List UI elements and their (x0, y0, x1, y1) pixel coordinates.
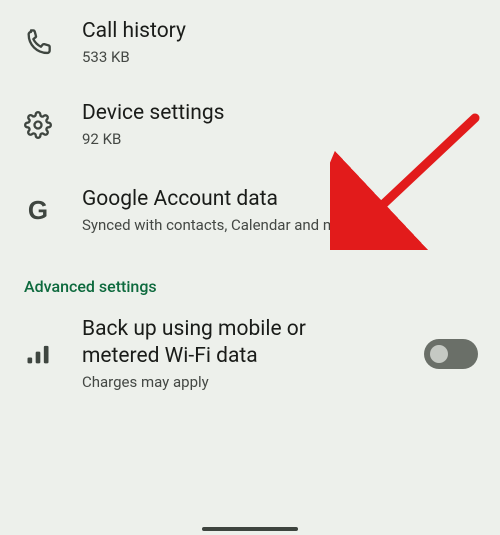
row-subtitle: Charges may apply (82, 373, 388, 393)
row-backup-mobile-data[interactable]: Back up using mobile or metered Wi-Fi da… (0, 298, 500, 410)
row-texts: Google Account data Synced with contacts… (82, 186, 478, 236)
row-google-account-data[interactable]: G Google Account data Synced with contac… (0, 168, 500, 254)
row-title: Call history (82, 18, 478, 44)
g-logo-icon: G (22, 194, 54, 226)
phone-icon (22, 27, 54, 59)
row-title: Google Account data (82, 186, 478, 212)
section-advanced-settings: Advanced settings (0, 253, 500, 298)
row-subtitle: 92 KB (82, 130, 478, 150)
row-title: Back up using mobile or metered Wi-Fi da… (82, 316, 372, 369)
row-texts: Call history 533 KB (82, 18, 478, 68)
row-device-settings[interactable]: Device settings 92 KB (0, 82, 500, 168)
gear-icon (22, 109, 54, 141)
row-title: Device settings (82, 100, 478, 126)
signal-bars-icon (22, 338, 54, 370)
row-texts: Device settings 92 KB (82, 100, 478, 150)
row-subtitle: Synced with contacts, Calendar and more (82, 216, 478, 236)
gesture-nav-handle[interactable] (202, 527, 298, 531)
row-call-history[interactable]: Call history 533 KB (0, 4, 500, 82)
backup-toggle[interactable] (424, 339, 478, 369)
row-subtitle: 533 KB (82, 48, 478, 68)
row-texts: Back up using mobile or metered Wi-Fi da… (82, 316, 388, 392)
settings-list: Call history 533 KB Device settings 92 K… (0, 0, 500, 410)
toggle-knob (430, 345, 448, 363)
